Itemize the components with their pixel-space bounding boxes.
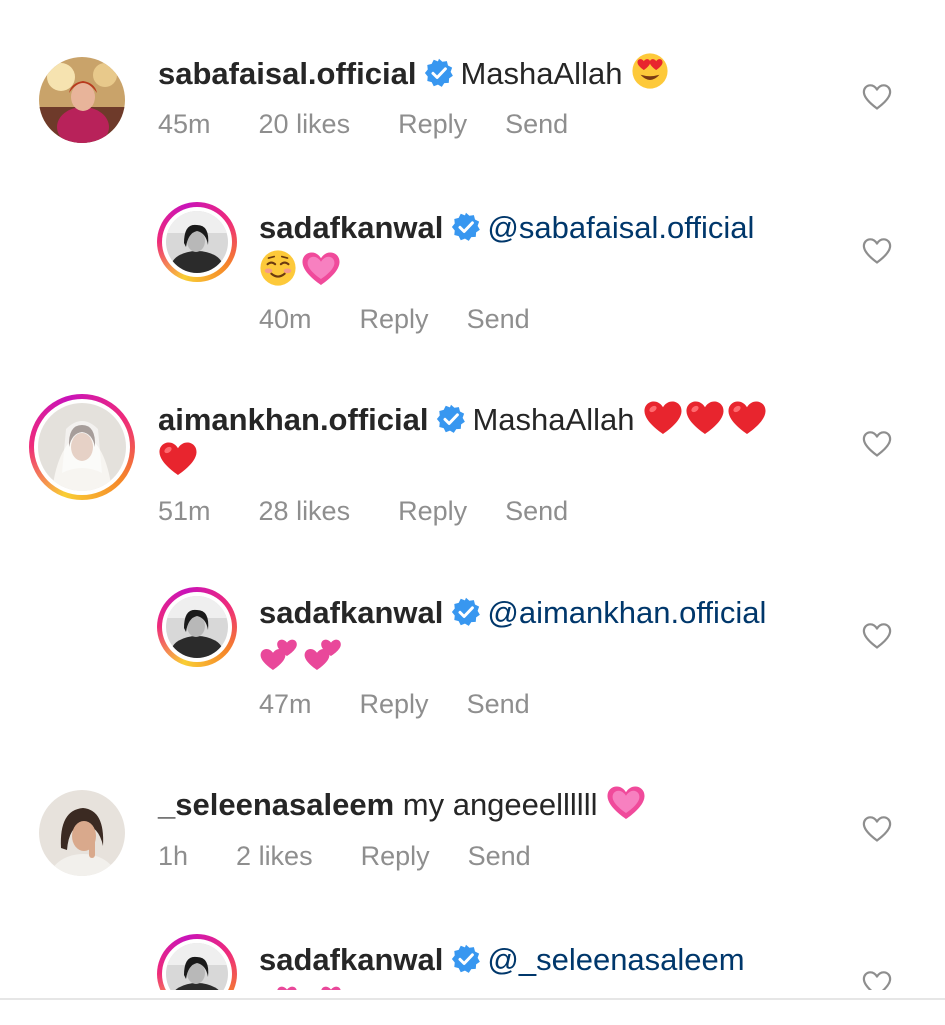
- comment-time: 1h: [158, 841, 189, 871]
- comment-body: MashaAllah: [460, 56, 623, 91]
- comment-text: aimankhan.official MashaAllah: [158, 400, 771, 440]
- comment-meta: 45m 20 likes Reply Send: [158, 109, 616, 140]
- avatar[interactable]: [157, 202, 237, 282]
- reply-button[interactable]: Reply: [398, 109, 467, 140]
- comment-username[interactable]: aimankhan.official: [158, 402, 428, 437]
- comment-emoji-line: [259, 249, 345, 291]
- verified-badge-icon: [451, 597, 481, 627]
- comment-meta: 51m 28 likes Reply Send: [158, 496, 616, 527]
- verified-badge-icon: [451, 944, 481, 974]
- two-hearts-emoji-icon: [259, 634, 299, 674]
- comment-time: 45m: [158, 109, 211, 139]
- reply-button[interactable]: Reply: [398, 496, 467, 527]
- like-heart-icon[interactable]: [862, 622, 892, 650]
- send-button[interactable]: Send: [505, 109, 568, 140]
- comment-likes[interactable]: 28 likes: [259, 496, 351, 527]
- send-button[interactable]: Send: [505, 496, 568, 527]
- mention-link[interactable]: @aimankhan.official: [487, 595, 766, 630]
- comment-emoji-line: [158, 441, 202, 481]
- reply-button[interactable]: Reply: [360, 304, 429, 335]
- verified-badge-icon: [424, 58, 454, 88]
- comment-likes[interactable]: 20 likes: [259, 109, 351, 140]
- send-button[interactable]: Send: [468, 841, 531, 872]
- send-button[interactable]: Send: [467, 689, 530, 720]
- verified-badge-icon: [436, 404, 466, 434]
- like-heart-icon[interactable]: [862, 237, 892, 265]
- comment-username[interactable]: sabafaisal.official: [158, 56, 416, 91]
- like-heart-icon[interactable]: [862, 83, 892, 111]
- comment-text: sadafkanwal @aimankhan.official: [259, 593, 766, 633]
- red-heart-emoji-icon: [643, 400, 683, 436]
- verified-badge-icon: [451, 212, 481, 242]
- avatar[interactable]: [39, 790, 125, 876]
- comment-text: sadafkanwal @_seleenasaleem: [259, 940, 745, 980]
- comment-meta: 40m Reply Send: [259, 304, 578, 335]
- reply-button[interactable]: Reply: [360, 689, 429, 720]
- comment-username[interactable]: sadafkanwal: [259, 942, 443, 977]
- avatar[interactable]: [39, 57, 125, 143]
- divider: [0, 998, 945, 1000]
- like-heart-icon[interactable]: [862, 430, 892, 458]
- heart-eyes-emoji-icon: [631, 52, 669, 90]
- comment-meta: 47m Reply Send: [259, 689, 578, 720]
- comment-username[interactable]: _seleenasaleem: [158, 787, 394, 822]
- red-heart-emoji-icon: [727, 400, 767, 436]
- avatar[interactable]: [157, 587, 237, 667]
- bottom-mask: [0, 990, 945, 1024]
- smiling-blush-emoji-icon: [259, 249, 297, 287]
- send-button[interactable]: Send: [467, 304, 530, 335]
- two-hearts-emoji-icon: [303, 634, 343, 674]
- like-heart-icon[interactable]: [862, 815, 892, 843]
- avatar[interactable]: [29, 394, 135, 500]
- comment-body: my angeeellllll: [402, 787, 598, 822]
- pink-heart-emoji-icon: [301, 251, 341, 287]
- comment-emoji-line: [259, 634, 347, 678]
- comment-time: 47m: [259, 689, 312, 719]
- comment-time: 40m: [259, 304, 312, 334]
- mention-link[interactable]: @sabafaisal.official: [487, 210, 754, 245]
- comment-username[interactable]: sadafkanwal: [259, 595, 443, 630]
- comment-text: sadafkanwal @sabafaisal.official: [259, 208, 754, 248]
- comment-meta: 1h 2 likes Reply Send: [158, 841, 579, 872]
- comment-text: sabafaisal.official MashaAllah: [158, 52, 673, 94]
- pink-heart-emoji-icon: [606, 785, 646, 821]
- comment-likes[interactable]: 2 likes: [236, 841, 313, 872]
- comment-username[interactable]: sadafkanwal: [259, 210, 443, 245]
- mention-link[interactable]: @_seleenasaleem: [487, 942, 744, 977]
- comment-body: MashaAllah: [472, 402, 635, 437]
- red-heart-emoji-icon: [685, 400, 725, 436]
- reply-button[interactable]: Reply: [361, 841, 430, 872]
- comment-text: _seleenasaleem my angeeellllll: [158, 785, 650, 825]
- comment-time: 51m: [158, 496, 211, 526]
- red-heart-emoji-icon: [158, 441, 198, 477]
